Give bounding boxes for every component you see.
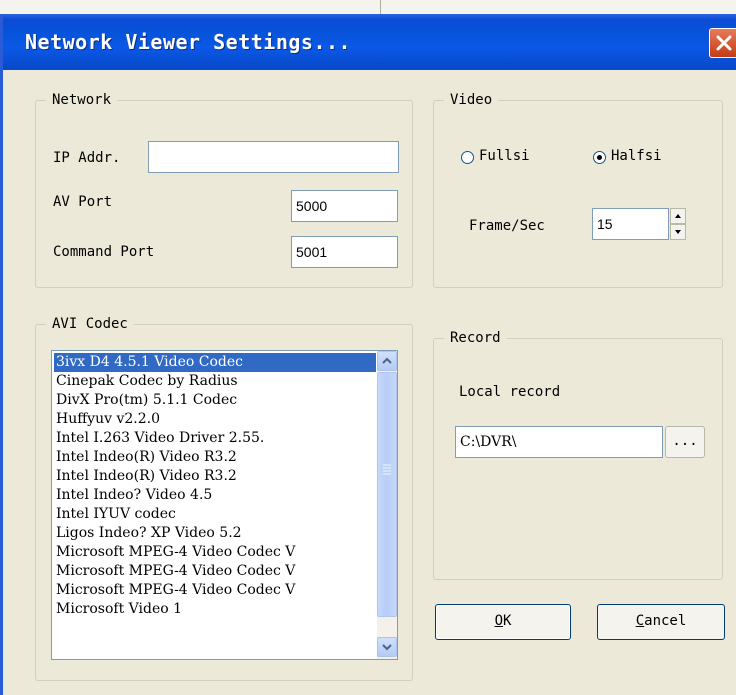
chevron-up-icon (382, 357, 392, 364)
codec-list-item[interactable]: Intel Indeo(R) Video R3.2 (54, 467, 376, 486)
fullsize-radio[interactable] (461, 151, 474, 164)
codec-scrollbar[interactable] (377, 351, 397, 659)
fps-label: Frame/Sec (469, 218, 545, 234)
ok-button[interactable]: OK (435, 604, 571, 640)
chevron-down-icon (382, 644, 392, 651)
codec-list-item[interactable]: Microsoft Video 1 (54, 600, 376, 619)
command-port-input[interactable] (291, 236, 398, 268)
codec-list-item[interactable]: Intel I.263 Video Driver 2.55. (54, 429, 376, 448)
codec-list-item[interactable]: Intel Indeo(R) Video R3.2 (54, 448, 376, 467)
record-path-input[interactable] (455, 426, 663, 458)
fullsize-label: Fullsi (479, 148, 530, 164)
codec-list-item[interactable]: Microsoft MPEG-4 Video Codec V (54, 543, 376, 562)
cancel-mnemonic: C (635, 613, 645, 629)
video-group: Video (433, 92, 723, 288)
close-icon (716, 35, 732, 51)
spin-down-button[interactable] (670, 224, 686, 240)
title-bar[interactable]: Network Viewer Settings... (3, 14, 736, 70)
codec-list-item[interactable]: 3ivx D4 4.5.1 Video Codec (54, 353, 376, 372)
background-divider (380, 0, 381, 14)
av-port-label: AV Port (53, 194, 113, 210)
background-window-strip (0, 0, 736, 14)
av-port-input[interactable] (291, 190, 398, 222)
codec-list-item[interactable]: Intel Indeo? Video 4.5 (54, 486, 376, 505)
scroll-thumb[interactable] (377, 372, 397, 617)
ok-mnemonic: O (494, 613, 503, 629)
halfsize-label: Halfsi (611, 148, 662, 164)
close-button[interactable] (709, 28, 736, 58)
codec-list-item[interactable]: Huffyuv v2.2.0 (54, 410, 376, 429)
window-title: Network Viewer Settings... (25, 30, 352, 54)
cancel-button[interactable]: Cancel (597, 604, 725, 640)
fps-spinner[interactable] (670, 208, 686, 240)
codec-list-item[interactable]: Microsoft MPEG-4 Video Codec V (54, 581, 376, 600)
spin-up-button[interactable] (670, 208, 686, 224)
halfsize-radio[interactable] (593, 151, 606, 164)
scroll-down-button[interactable] (377, 637, 397, 657)
video-legend: Video (450, 92, 493, 108)
codec-list-item[interactable]: Cinepak Codec by Radius (54, 372, 376, 391)
codec-list-item[interactable]: Intel IYUV codec (54, 505, 376, 524)
arrow-down-icon (675, 230, 681, 234)
record-legend: Record (450, 330, 501, 346)
settings-dialog: Network Viewer Settings... Network IP Ad… (0, 14, 736, 695)
network-legend: Network (52, 92, 112, 108)
local-record-label: Local record (459, 384, 561, 400)
ip-address-input[interactable] (148, 141, 399, 173)
grip-icon (383, 464, 391, 475)
avi-codec-legend: AVI Codec (52, 316, 128, 332)
ip-address-label: IP Addr. (53, 150, 121, 166)
cancel-label: ancel (644, 613, 687, 629)
codec-list-item[interactable]: Ligos Indeo? XP Video 5.2 (54, 524, 376, 543)
arrow-up-icon (675, 214, 681, 218)
scroll-up-button[interactable] (377, 351, 397, 371)
command-port-label: Command Port (53, 244, 155, 260)
ok-label: K (503, 613, 512, 629)
fps-input[interactable] (592, 208, 669, 240)
codec-listbox[interactable]: 3ivx D4 4.5.1 Video Codec Cinepak Codec … (51, 350, 398, 660)
browse-button[interactable]: ... (665, 426, 705, 458)
codec-list-item[interactable]: DivX Pro(tm) 5.1.1 Codec (54, 391, 376, 410)
codec-list-item[interactable]: Microsoft MPEG-4 Video Codec V (54, 562, 376, 581)
